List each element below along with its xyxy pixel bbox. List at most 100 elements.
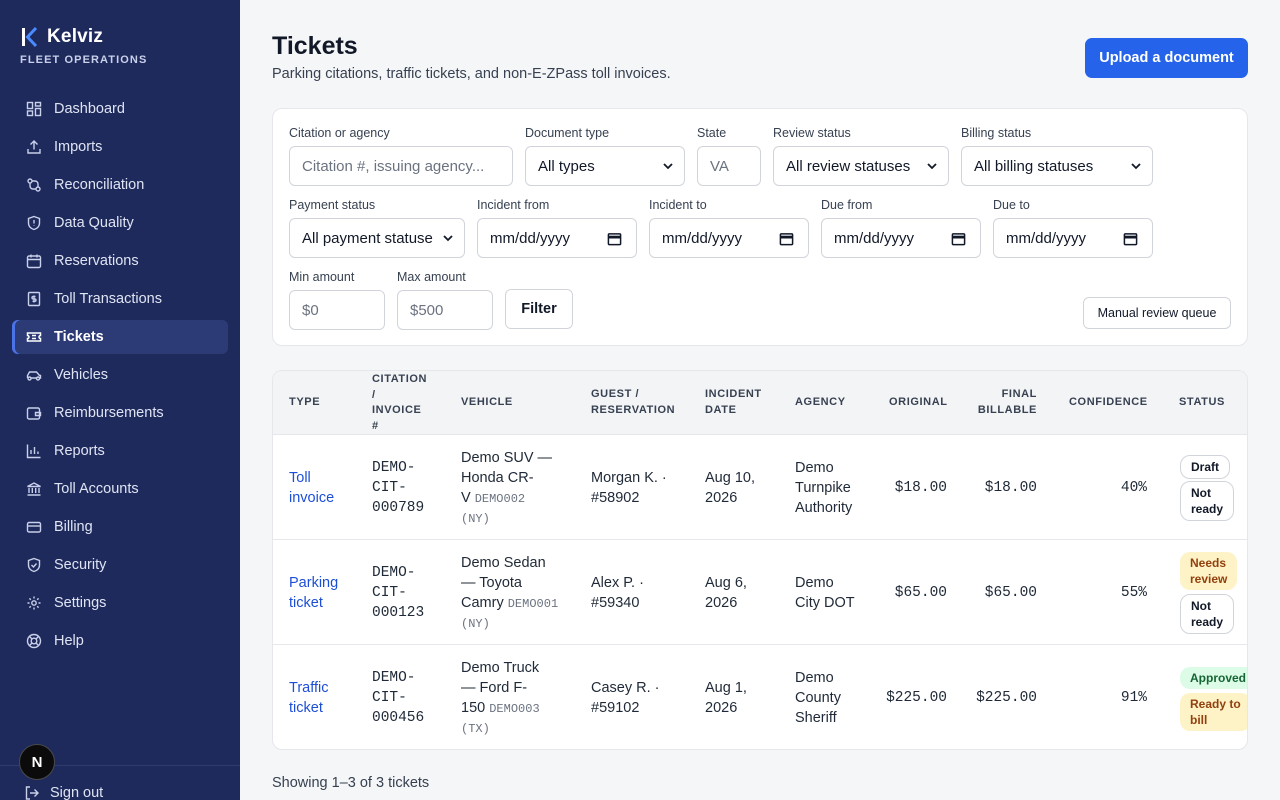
sidebar-item-label: Toll Transactions (54, 291, 162, 307)
sidebar-item-billing[interactable]: Billing (12, 510, 228, 544)
vehicle-cell: Demo Truck — Ford F- 150 DEMO003 (TX) (461, 658, 571, 739)
ticket-type-link[interactable]: Traffic ticket (289, 678, 328, 718)
incident-from-input[interactable]: mm/dd/yyyy (477, 218, 637, 258)
col-vehicle[interactable]: VEHICLE (461, 395, 513, 411)
sidebar-item-reservations[interactable]: Reservations (12, 244, 228, 278)
col-final-line: FINAL (1001, 388, 1037, 400)
sidebar-item-imports[interactable]: Imports (12, 130, 228, 164)
ticket-type-link[interactable]: Toll invoice (289, 468, 334, 508)
min-amount-input[interactable]: $0 (289, 290, 385, 330)
sidebar-item-reports[interactable]: Reports (12, 434, 228, 468)
guest-cell: Casey R. · #59102 (591, 678, 660, 718)
sidebar-item-label: Data Quality (54, 215, 134, 231)
agency-line: Sheriff (795, 710, 837, 726)
payment-status-label: Payment status (289, 198, 376, 212)
guest-line: #59102 (591, 700, 640, 716)
sidebar-item-label: Toll Accounts (54, 481, 139, 497)
sidebar-item-label: Tickets (54, 329, 104, 345)
plate-number: DEMO002 (474, 492, 526, 506)
col-incident-date[interactable]: INCIDENT DATE (705, 387, 762, 418)
billing-badge-line: bill (1190, 713, 1208, 727)
sign-out-link[interactable]: Sign out (24, 785, 103, 800)
agency-line: City DOT (795, 595, 855, 611)
col-agency[interactable]: AGENCY (795, 395, 846, 411)
vehicle-line: Honda CR- (461, 470, 534, 486)
plate-number: DEMO003 (489, 702, 540, 716)
review-status-field: Review status All review statuses (773, 126, 949, 186)
document-type-value: All types (538, 157, 595, 175)
max-amount-field: Max amount $500 (397, 270, 493, 330)
incident-from-field: Incident from mm/dd/yyyy (477, 198, 637, 258)
original-amount: $65.00 (894, 585, 947, 601)
vehicle-line: 150 (461, 700, 486, 716)
table-row[interactable]: Traffic ticket DEMO- CIT- 000456 Demo Tr… (273, 645, 1247, 749)
sidebar-item-tickets[interactable]: Tickets (12, 320, 228, 354)
sidebar-nav: Dashboard Imports Reconciliation Data Qu… (12, 92, 228, 662)
status-badge-line: Needs (1190, 556, 1227, 570)
billing-badge-line: ready (1191, 615, 1224, 629)
citation-input[interactable]: Citation #, issuing agency... (289, 146, 513, 186)
date-line: Aug 1, (705, 680, 747, 696)
document-type-select[interactable]: All types (525, 146, 685, 186)
max-amount-input[interactable]: $500 (397, 290, 493, 330)
col-guest[interactable]: GUEST / RESERVATION (591, 387, 675, 418)
billing-status-select[interactable]: All billing statuses (961, 146, 1153, 186)
status-badge-line: review (1190, 572, 1228, 586)
plate-state: (NY) (461, 512, 490, 526)
brand[interactable]: Kelviz (20, 26, 103, 48)
sidebar-item-dashboard[interactable]: Dashboard (12, 92, 228, 126)
incident-to-label: Incident to (649, 198, 707, 212)
sidebar-item-settings[interactable]: Settings (12, 586, 228, 620)
lifebuoy-icon (26, 633, 42, 649)
incident-to-field: Incident to mm/dd/yyyy (649, 198, 809, 258)
sidebar-item-toll-transactions[interactable]: Toll Transactions (12, 282, 228, 316)
sidebar-item-vehicles[interactable]: Vehicles (12, 358, 228, 392)
sidebar-item-toll-accounts[interactable]: Toll Accounts (12, 472, 228, 506)
citation-line: DEMO- (372, 460, 416, 476)
vehicle-line: Demo Sedan (461, 555, 546, 571)
col-status[interactable]: STATUS (1179, 395, 1225, 411)
table-row[interactable]: Toll invoice DEMO- CIT- 000789 Demo SUV … (273, 435, 1247, 540)
sidebar-item-reconciliation[interactable]: Reconciliation (12, 168, 228, 202)
col-incident-line: DATE (705, 403, 737, 416)
avatar[interactable]: N (19, 744, 55, 780)
min-amount-field: Min amount $0 (289, 270, 385, 330)
upload-document-button[interactable]: Upload a document (1085, 38, 1248, 78)
manual-review-queue-button[interactable]: Manual review queue (1083, 297, 1231, 329)
type-line: ticket (289, 595, 323, 611)
chevron-down-icon (1131, 163, 1141, 170)
chevron-down-icon (927, 163, 937, 170)
col-confidence[interactable]: CONFIDENCE (1069, 395, 1148, 411)
payment-status-select[interactable]: All payment statuse (289, 218, 465, 258)
incident-to-input[interactable]: mm/dd/yyyy (649, 218, 809, 258)
citation-line: DEMO- (372, 670, 416, 686)
bank-icon (26, 481, 42, 497)
chevron-down-icon (443, 235, 453, 242)
state-input[interactable]: VA (697, 146, 761, 186)
ticket-type-link[interactable]: Parking ticket (289, 573, 338, 613)
credit-card-icon (26, 519, 42, 535)
col-citation-line: CITATION (372, 373, 428, 385)
sidebar-item-help[interactable]: Help (12, 624, 228, 658)
upload-icon (26, 139, 42, 155)
sidebar-item-reimbursements[interactable]: Reimbursements (12, 396, 228, 430)
filters-panel: Citation or agency Citation #, issuing a… (272, 108, 1248, 346)
col-final-billable[interactable]: FINAL BILLABLE (977, 387, 1037, 418)
sidebar-item-security[interactable]: Security (12, 548, 228, 582)
gear-icon (26, 595, 42, 611)
due-to-field: Due to mm/dd/yyyy (993, 198, 1153, 258)
review-status-select[interactable]: All review statuses (773, 146, 949, 186)
receipt-icon (26, 291, 42, 307)
col-original[interactable]: ORIGINAL (889, 395, 948, 411)
table-row[interactable]: Parking ticket DEMO- CIT- 000123 Demo Se… (273, 540, 1247, 645)
due-from-input[interactable]: mm/dd/yyyy (821, 218, 981, 258)
kelviz-logo-icon (22, 26, 38, 48)
filter-button[interactable]: Filter (505, 289, 573, 329)
col-type[interactable]: TYPE (289, 395, 320, 411)
app-subtitle: FLEET OPERATIONS (20, 54, 148, 66)
due-to-input[interactable]: mm/dd/yyyy (993, 218, 1153, 258)
col-citation[interactable]: CITATION / INVOICE # (372, 371, 427, 434)
reconcile-icon (26, 177, 42, 193)
citation-label: Citation or agency (289, 126, 390, 140)
sidebar-item-data-quality[interactable]: Data Quality (12, 206, 228, 240)
